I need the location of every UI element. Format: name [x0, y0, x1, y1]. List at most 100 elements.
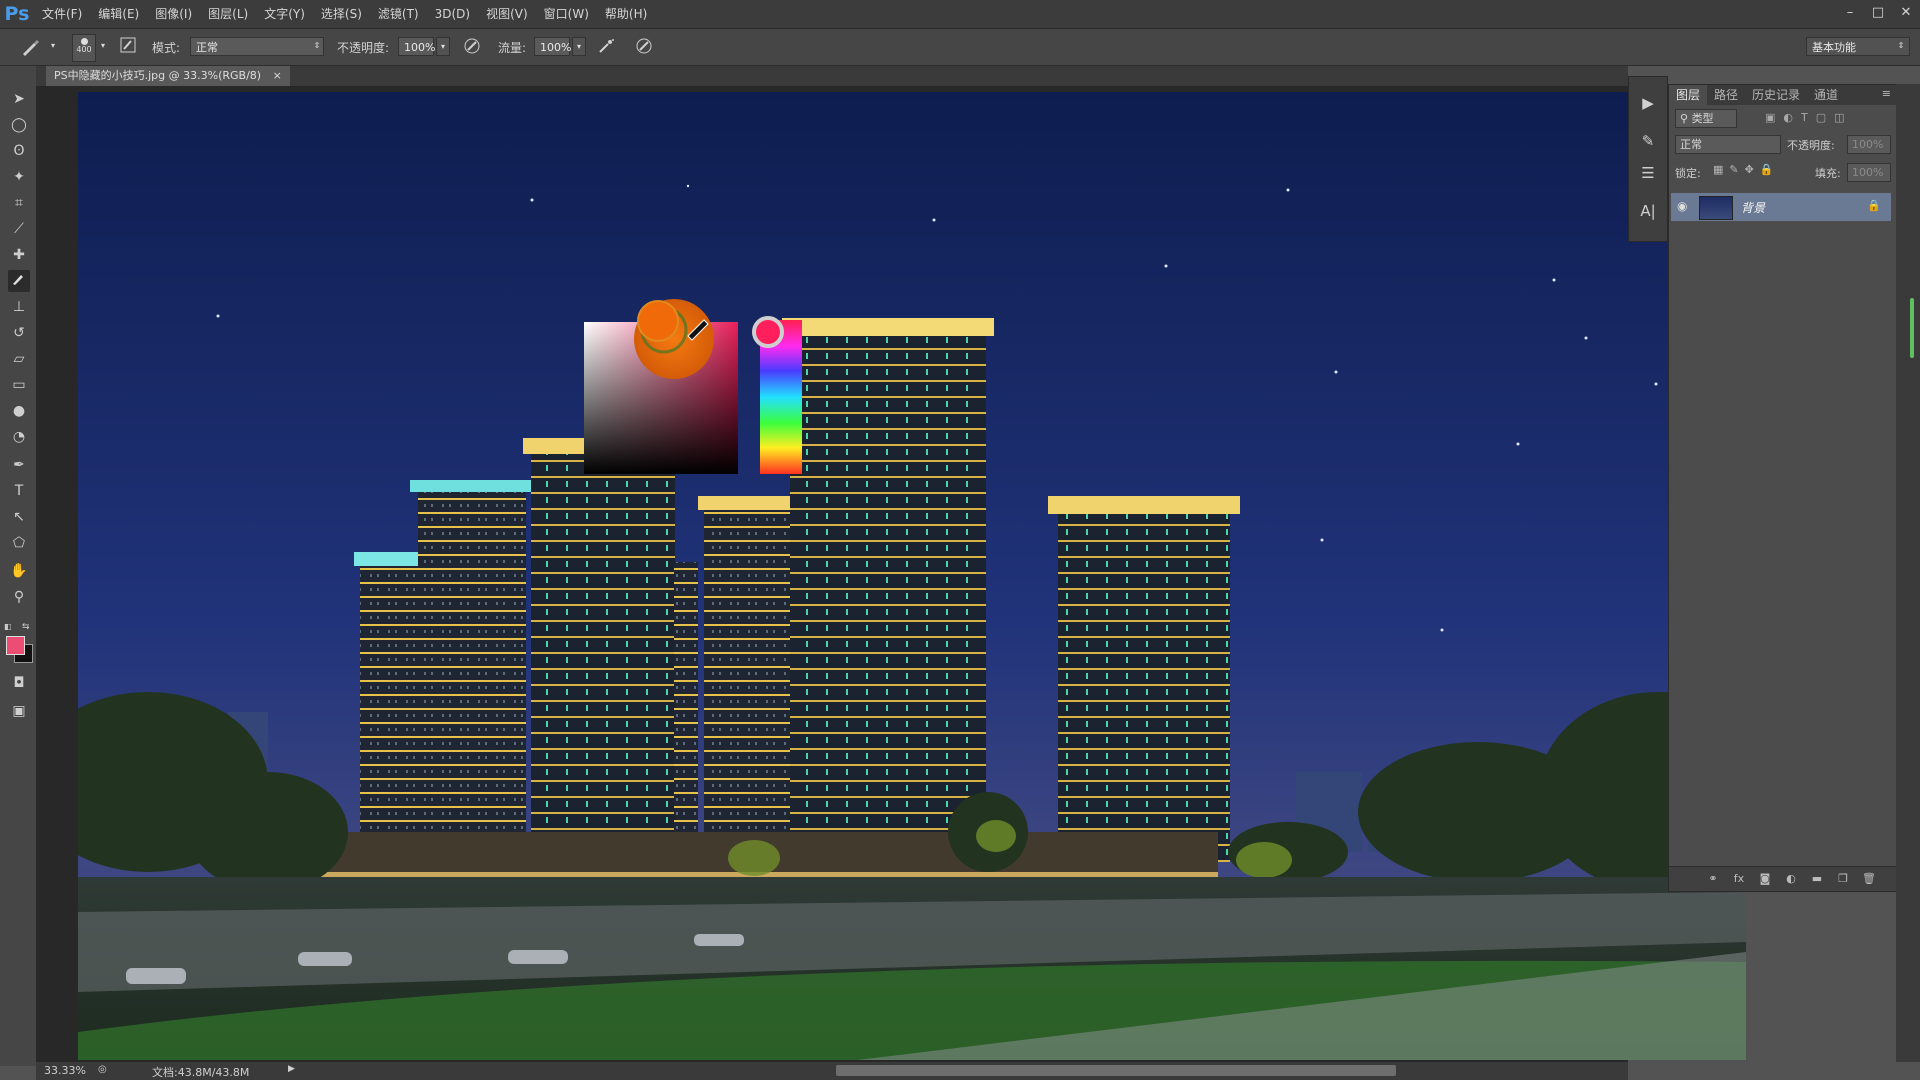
magic-wand-tool-icon[interactable]: ✦	[8, 166, 30, 188]
pressure-size-icon[interactable]	[634, 37, 654, 57]
blur-tool-icon[interactable]: ●	[8, 400, 30, 422]
gradient-tool-icon[interactable]: ▭	[8, 374, 30, 396]
foreground-color-swatch[interactable]	[6, 636, 25, 655]
eyedropper-tool-icon[interactable]: ⟋	[8, 218, 30, 240]
menu-select[interactable]: 选择(S)	[313, 0, 370, 28]
status-info-icon[interactable]: ◎	[98, 1064, 107, 1075]
layer-filter-icons[interactable]: ▣◐T▢◫	[1765, 111, 1875, 127]
hud-color-picker[interactable]	[584, 299, 802, 474]
path-selection-tool-icon[interactable]: ↖	[8, 506, 30, 528]
quick-mask-icon[interactable]: ◘	[8, 672, 30, 694]
lasso-tool-icon[interactable]: ʘ	[8, 140, 30, 162]
search-icon: ⚲	[1680, 112, 1689, 125]
marquee-tool-icon[interactable]: ◯	[8, 114, 30, 136]
eraser-tool-icon[interactable]: ▱	[8, 348, 30, 370]
tab-history[interactable]: 历史记录	[1745, 85, 1807, 105]
layers-panel-tabs: 图层 路径 历史记录 通道 ≡	[1669, 85, 1897, 105]
tab-channels[interactable]: 通道	[1807, 85, 1845, 105]
menu-window[interactable]: 窗口(W)	[536, 0, 597, 28]
hand-tool-icon[interactable]: ✋	[8, 560, 30, 582]
tab-layers[interactable]: 图层	[1669, 85, 1708, 105]
link-layers-icon[interactable]: ⚭	[1705, 871, 1721, 887]
play-action-icon[interactable]: ▶	[1636, 91, 1660, 115]
maximize-button[interactable]: □	[1864, 0, 1892, 28]
new-group-icon[interactable]: ▬	[1809, 871, 1825, 887]
menu-type[interactable]: 文字(Y)	[256, 0, 313, 28]
window-controls: – □ ✕	[1836, 0, 1920, 28]
pressure-opacity-icon[interactable]	[462, 37, 482, 57]
scroll-indicator[interactable]	[1910, 298, 1914, 358]
menu-edit[interactable]: 编辑(E)	[90, 0, 147, 28]
brush-tool-preset-icon[interactable]	[20, 37, 40, 57]
default-colors-icon[interactable]: ◧	[4, 622, 14, 632]
add-mask-icon[interactable]: ◙	[1757, 871, 1773, 887]
brush-picker-dropdown[interactable]: ▾	[96, 37, 110, 56]
flow-slider-button[interactable]: ▾	[572, 37, 586, 56]
minimize-button[interactable]: –	[1836, 0, 1864, 28]
screen-mode-icon[interactable]: ▣	[8, 700, 30, 722]
menu-3d[interactable]: 3D(D)	[427, 0, 478, 28]
zoom-tool-icon[interactable]: ⚲	[8, 586, 30, 608]
document-tab[interactable]: PS中隐藏的小技巧.jpg @ 33.3%(RGB/8) ×	[46, 66, 290, 86]
layers-panel: 图层 路径 历史记录 通道 ≡ ⚲ 类型 ▣◐T▢◫ 正常 不透明度: 100%…	[1668, 84, 1898, 892]
brush-size-picker[interactable]: 400	[72, 34, 96, 62]
history-brush-tool-icon[interactable]: ↺	[8, 322, 30, 344]
layer-opacity-label: 不透明度:	[1787, 139, 1835, 152]
tool-preset-dropdown[interactable]: ▾	[46, 37, 60, 56]
layers-panel-footer: ⚭ fx ◙ ◐ ▬ ❐ 🗑	[1669, 866, 1897, 891]
mode-select[interactable]: 正常	[190, 37, 324, 56]
opacity-input[interactable]: 100%	[398, 37, 435, 56]
menu-filter[interactable]: 滤镜(T)	[370, 0, 427, 28]
zoom-level[interactable]: 33.33%	[44, 1064, 86, 1077]
layer-opacity-input[interactable]: 100%	[1847, 135, 1891, 154]
layer-filter-value: 类型	[1691, 112, 1714, 125]
move-tool-icon[interactable]: ➤	[8, 88, 30, 110]
adjustment-layer-icon[interactable]: ◐	[1783, 871, 1799, 887]
brush-preset-icon[interactable]: ✎	[1636, 129, 1660, 153]
visibility-eye-icon[interactable]: ◉	[1677, 199, 1687, 213]
crop-tool-icon[interactable]: ⌗	[8, 192, 30, 214]
menu-file[interactable]: 文件(F)	[34, 0, 90, 28]
menu-view[interactable]: 视图(V)	[478, 0, 536, 28]
airbrush-icon[interactable]	[596, 37, 616, 57]
clone-stamp-tool-icon[interactable]: ⊥	[8, 296, 30, 318]
menu-image[interactable]: 图像(I)	[147, 0, 200, 28]
lock-label: 锁定:	[1675, 167, 1701, 180]
layer-style-icon[interactable]: fx	[1731, 871, 1747, 887]
menu-help[interactable]: 帮助(H)	[597, 0, 655, 28]
close-window-button[interactable]: ✕	[1892, 0, 1920, 28]
panel-icon-strip: ▶ ✎ ☰ A|	[1628, 76, 1668, 242]
adjustments-icon[interactable]: ☰	[1636, 161, 1660, 185]
shape-tool-icon[interactable]: ⬠	[8, 532, 30, 554]
menu-layer[interactable]: 图层(L)	[200, 0, 256, 28]
type-tool-icon[interactable]: T	[8, 480, 30, 502]
layer-row-background[interactable]: ◉ 背景 🔒	[1671, 193, 1891, 221]
tab-paths[interactable]: 路径	[1707, 85, 1745, 105]
horizontal-scrollbar[interactable]	[836, 1065, 1396, 1076]
layer-filter-select[interactable]: ⚲ 类型	[1675, 109, 1737, 128]
lock-icons[interactable]: ▦✎✥🔒	[1713, 163, 1793, 179]
brush-panel-toggle-icon[interactable]	[118, 37, 138, 57]
document-canvas[interactable]	[78, 92, 1746, 1060]
brush-tool-icon[interactable]	[8, 270, 30, 292]
delete-layer-icon[interactable]: 🗑	[1861, 871, 1877, 887]
flow-label: 流量:	[498, 41, 527, 55]
fill-input[interactable]: 100%	[1847, 163, 1891, 182]
opacity-slider-button[interactable]: ▾	[436, 37, 450, 56]
document-size: 文档:43.8M/43.8M	[152, 1066, 250, 1079]
mode-dropdown-arrow: ⇕	[313, 41, 321, 50]
document-tab-close-icon[interactable]: ×	[273, 69, 282, 82]
photoshop-logo: Ps	[4, 3, 30, 25]
pen-tool-icon[interactable]: ✒	[8, 454, 30, 476]
panel-menu-icon[interactable]: ≡	[1882, 87, 1891, 100]
swap-colors-icon[interactable]: ⇆	[22, 622, 32, 632]
flow-input[interactable]: 100%	[534, 37, 571, 56]
dodge-tool-icon[interactable]: ◔	[8, 426, 30, 448]
status-menu-arrow-icon[interactable]: ▶	[288, 1064, 295, 1074]
new-layer-icon[interactable]: ❐	[1835, 871, 1851, 887]
blend-mode-select[interactable]: 正常	[1675, 135, 1781, 154]
healing-brush-tool-icon[interactable]: ✚	[8, 244, 30, 266]
status-bar: 33.33% ◎ 文档:43.8M/43.8M ▶	[36, 1062, 1628, 1080]
brush-size-value: 400	[76, 45, 92, 54]
character-panel-icon[interactable]: A|	[1636, 199, 1660, 223]
